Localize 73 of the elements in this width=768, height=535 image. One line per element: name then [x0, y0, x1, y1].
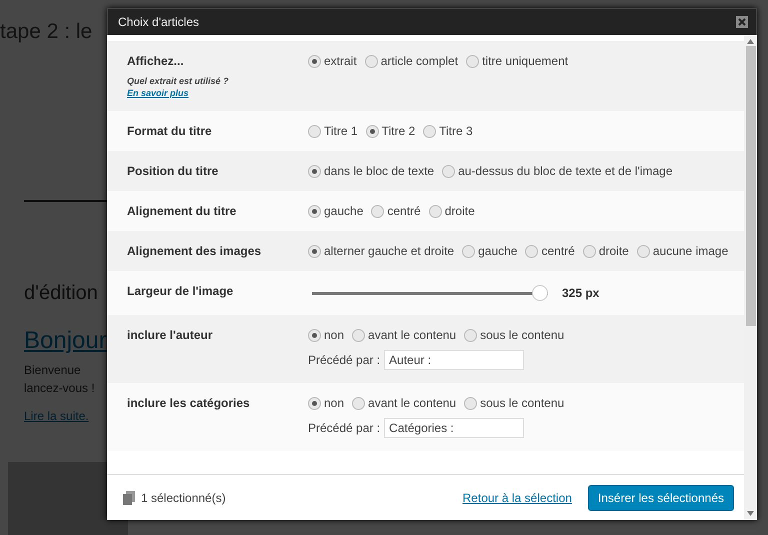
option-label: Affichez... — [127, 54, 185, 68]
scroll-down-icon[interactable] — [747, 511, 754, 516]
option-label: Alignement du titre — [127, 204, 238, 218]
option-label: Format du titre — [127, 124, 213, 138]
close-icon[interactable] — [736, 16, 748, 28]
radio-option[interactable]: Titre 2 — [366, 124, 416, 138]
radio-button[interactable] — [442, 164, 456, 178]
radio-button[interactable] — [308, 124, 321, 138]
radio-option[interactable]: alterner gauche et droite — [308, 244, 454, 258]
radio-button[interactable] — [371, 204, 384, 218]
radio-button[interactable] — [308, 396, 321, 410]
radio-button[interactable] — [308, 328, 321, 342]
documents-icon — [123, 490, 135, 504]
option-label: Alignement des images — [127, 244, 262, 258]
radio-option[interactable]: Titre 1 — [308, 124, 358, 138]
scrollbar-thumb[interactable] — [746, 46, 756, 326]
post-excerpt: Bienvenue — [24, 363, 81, 377]
option-label: inclure l'auteur — [127, 328, 214, 342]
radio-button[interactable] — [582, 244, 596, 258]
slider-value: 325 px — [562, 286, 600, 300]
radio-option[interactable]: gauche — [462, 244, 518, 258]
field-label: Précédé par : — [308, 421, 380, 435]
hint-text: Quel extrait est utilisé ? — [127, 76, 230, 86]
insert-button[interactable]: Insérer les sélectionnés — [588, 484, 734, 510]
radio-option[interactable]: droite — [582, 244, 629, 258]
radio-button[interactable] — [462, 244, 476, 258]
radio-option[interactable]: aucune image — [636, 244, 728, 258]
page-subheading: d'édition — [24, 282, 98, 305]
prefix-input-field[interactable]: Auteur : — [384, 350, 524, 370]
radio-option[interactable]: non — [308, 328, 344, 342]
dialog-title: Choix d'articles — [118, 15, 199, 29]
radio-button[interactable] — [525, 244, 538, 258]
slider-thumb[interactable] — [532, 285, 548, 301]
back-link[interactable]: Retour à la sélection — [462, 490, 572, 504]
radio-button[interactable] — [308, 244, 321, 258]
radio-option[interactable]: avant le contenu — [352, 328, 456, 342]
radio-option[interactable]: non — [308, 396, 344, 410]
radio-button[interactable] — [308, 204, 321, 218]
radio-option[interactable]: Titre 3 — [423, 124, 473, 138]
radio-button[interactable] — [423, 124, 436, 138]
scrollbar[interactable] — [744, 35, 757, 520]
radio-option[interactable]: avant le contenu — [352, 396, 456, 410]
radio-option[interactable]: au-dessus du bloc de texte et de l'image — [442, 164, 673, 178]
prefix-input-field[interactable]: Catégories : — [384, 418, 524, 438]
learn-more-link[interactable]: En savoir plus — [127, 88, 308, 98]
radio-option[interactable]: sous le contenu — [464, 328, 564, 342]
radio-button[interactable] — [636, 244, 650, 258]
radio-button[interactable] — [464, 328, 478, 342]
field-label: Précédé par : — [308, 353, 380, 367]
radio-option[interactable]: droite — [428, 204, 475, 218]
option-label: Largeur de l'image — [127, 284, 234, 298]
option-label: inclure les catégories — [127, 396, 251, 410]
radio-option[interactable]: article complet — [364, 54, 458, 68]
radio-button[interactable] — [308, 164, 321, 178]
radio-option[interactable]: sous le contenu — [464, 396, 564, 410]
radio-button[interactable] — [428, 204, 442, 218]
radio-button[interactable] — [466, 54, 480, 68]
radio-button[interactable] — [364, 54, 378, 68]
option-label: Position du titre — [127, 164, 220, 178]
radio-button[interactable] — [352, 328, 366, 342]
radio-option[interactable]: gauche — [308, 204, 364, 218]
selection-count: 1 sélectionné(s) — [141, 490, 227, 504]
radio-option[interactable]: extrait — [308, 54, 357, 68]
radio-button[interactable] — [464, 396, 478, 410]
post-excerpt: lancez-vous ! — [24, 381, 95, 395]
radio-option[interactable]: centré — [525, 244, 575, 258]
radio-button[interactable] — [352, 396, 366, 410]
radio-button[interactable] — [366, 124, 379, 138]
radio-option[interactable]: centré — [371, 204, 421, 218]
scroll-up-icon[interactable] — [747, 39, 754, 44]
radio-option[interactable]: dans le bloc de texte — [308, 164, 434, 178]
radio-option[interactable]: titre uniquement — [466, 54, 568, 68]
radio-button[interactable] — [308, 54, 321, 68]
